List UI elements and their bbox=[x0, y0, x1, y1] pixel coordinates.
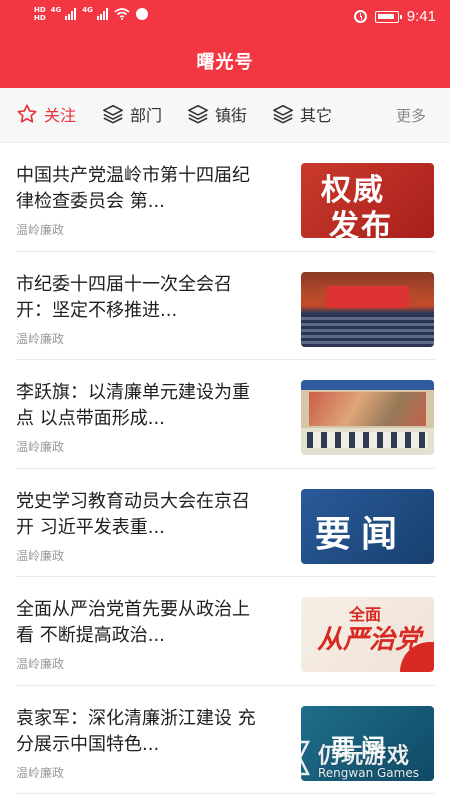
article-thumbnail: 全面 从严治党 bbox=[301, 597, 434, 672]
layers-icon bbox=[103, 104, 123, 124]
status-bar: HD HD 4G 4G 9:41 bbox=[0, 0, 450, 36]
signal-icon-2 bbox=[96, 8, 108, 20]
article-thumbnail: 权威 发布 bbox=[301, 163, 434, 238]
thumb-audience bbox=[301, 314, 434, 347]
status-right: 9:41 bbox=[353, 8, 436, 25]
article-title: 全面从严治党首先要从政治上看 不断提高政治... bbox=[16, 599, 250, 646]
watermark: 仍玩游戏 Rengwan Games bbox=[276, 736, 450, 784]
tab-town[interactable]: 镇街 bbox=[187, 102, 247, 126]
thumb-text-line2: 发布 bbox=[329, 209, 393, 238]
app-header: HD HD 4G 4G 9:41 曙光号 bbox=[0, 0, 450, 88]
hd-bottom-label: HD bbox=[34, 14, 46, 22]
article-source: 温岭廉政 bbox=[16, 548, 65, 563]
article-title: 党史学习教育动员大会在京召开 习近平发表重... bbox=[16, 490, 250, 538]
article-source: 温岭廉政 bbox=[16, 657, 65, 671]
watermark-logo-icon bbox=[277, 740, 311, 776]
tab-follow[interactable]: 关注 bbox=[16, 102, 76, 126]
signal-icon bbox=[65, 8, 77, 20]
alarm-icon bbox=[353, 10, 367, 23]
watermark-en: Rengwan Games bbox=[318, 766, 419, 780]
category-tab-bar: 关注 部门 镇街 其它 更多 bbox=[0, 88, 450, 143]
hd-indicator: HD HD bbox=[34, 6, 46, 22]
list-item[interactable]: 李跃旗：以清廉单元建设为重点 以点带面形成... 温岭廉政 bbox=[16, 360, 436, 469]
thumb-stage bbox=[326, 285, 409, 308]
tab-department-label: 部门 bbox=[130, 106, 163, 125]
article-thumbnail bbox=[301, 271, 434, 347]
page-title: 曙光号 bbox=[196, 52, 254, 73]
article-thumbnail bbox=[301, 380, 434, 455]
tab-follow-label: 关注 bbox=[44, 106, 77, 125]
article-title: 袁家军：深化清廉浙江建设 充分展示中国特色... bbox=[16, 707, 256, 755]
thumb-text: 要闻 bbox=[315, 512, 408, 555]
star-icon bbox=[17, 104, 37, 123]
status-left: HD HD 4G 4G bbox=[34, 6, 148, 22]
list-item[interactable]: 党史学习教育动员大会在京召开 习近平发表重... 温岭廉政 要闻 bbox=[16, 469, 436, 577]
thumb-meeting-table bbox=[307, 432, 428, 448]
article-thumbnail: 要闻 bbox=[301, 488, 434, 564]
more-button[interactable]: 更多 bbox=[396, 105, 426, 126]
tab-other[interactable]: 其它 bbox=[272, 102, 332, 126]
article-title: 中国共产党温岭市第十四届纪律检查委员会 第... bbox=[16, 165, 250, 212]
tab-department[interactable]: 部门 bbox=[102, 102, 162, 126]
article-source: 温岭廉政 bbox=[16, 223, 65, 237]
thumb-text-line2: 从严治党 bbox=[317, 625, 422, 655]
article-source: 温岭廉政 bbox=[16, 331, 65, 346]
notification-icon bbox=[135, 8, 148, 20]
article-source: 温岭廉政 bbox=[16, 440, 65, 454]
hd-top-label: HD bbox=[34, 6, 46, 14]
article-list: 中国共产党温岭市第十四届纪律检查委员会 第... 温岭廉政 权威 发布 市纪委十… bbox=[0, 143, 450, 794]
list-item[interactable]: 全面从严治党首先要从政治上看 不断提高政治... 温岭廉政 全面 从严治党 bbox=[16, 577, 436, 686]
list-item[interactable]: 中国共产党温岭市第十四届纪律检查委员会 第... 温岭廉政 权威 发布 bbox=[16, 143, 436, 252]
article-title: 市纪委十四届十一次全会召开：坚定不移推进... bbox=[16, 273, 232, 321]
wifi-icon bbox=[114, 8, 130, 20]
layers-icon bbox=[188, 104, 208, 124]
article-title: 李跃旗：以清廉单元建设为重点 以点带面形成... bbox=[16, 382, 250, 429]
tab-other-label: 其它 bbox=[300, 106, 333, 125]
network-type-2: 4G bbox=[82, 6, 93, 14]
tab-town-label: 镇街 bbox=[215, 106, 248, 125]
article-source: 温岭廉政 bbox=[16, 765, 65, 780]
layers-icon bbox=[273, 104, 293, 124]
list-item[interactable]: 市纪委十四届十一次全会召开：坚定不移推进... 温岭廉政 bbox=[16, 252, 436, 360]
network-type-1: 4G bbox=[50, 6, 62, 14]
battery-icon bbox=[374, 10, 402, 23]
clock: 9:41 bbox=[406, 8, 436, 25]
thumb-mural bbox=[309, 392, 426, 426]
